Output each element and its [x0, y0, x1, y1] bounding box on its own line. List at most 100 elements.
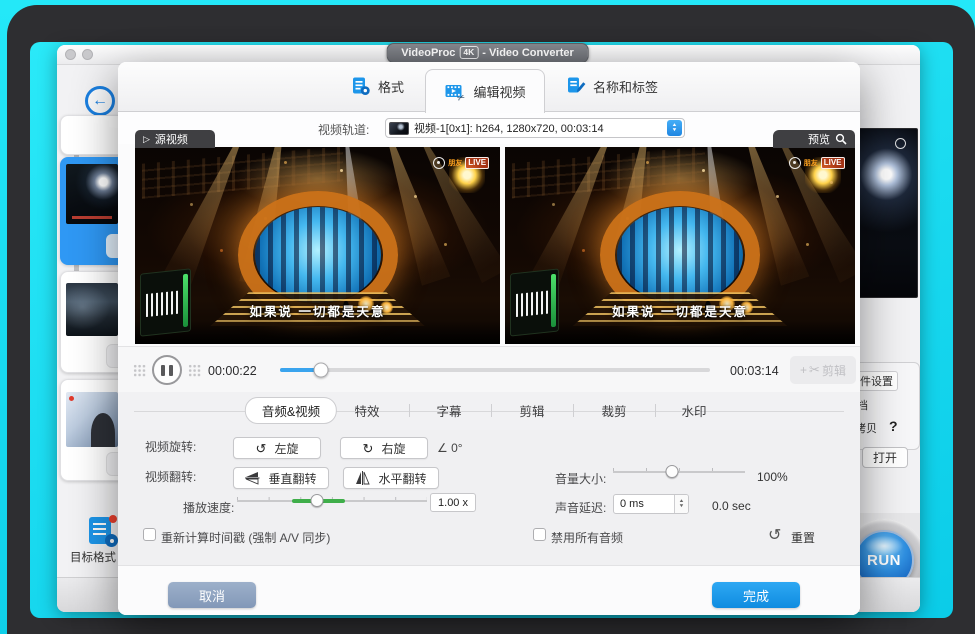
stage-led-screen [255, 207, 381, 303]
preview-label: 预览 [808, 131, 830, 147]
disable-audio-checkbox[interactable] [533, 528, 546, 541]
rotate-left-button[interactable]: ↺ 左旋 [233, 437, 321, 459]
audio-video-controls: 视频旋转: ↺ 左旋 ↻ 右旋 ∠ 0° 视频翻转: 垂直翻转 [118, 430, 860, 565]
subtab-crop[interactable]: 裁剪 [601, 401, 626, 420]
clip-button[interactable]: + ✂ 剪辑 [790, 356, 856, 384]
screenshot-frame: ← 返 目标格式 件设置 档 拷贝 ? 打开 [0, 0, 975, 634]
subtab-audio-video[interactable]: 音频&视频 [245, 397, 337, 424]
subtab-subtitles[interactable]: 字幕 [436, 401, 461, 420]
slider-track [613, 471, 745, 473]
pause-button[interactable] [152, 355, 182, 385]
video-thumbnail-concert [66, 164, 118, 224]
video-track-dropdown[interactable]: 视频-1[0x1]: h264, 1280x720, 00:03:14 ▲ ▼ [385, 118, 685, 138]
tab-format[interactable]: 格式 [350, 76, 404, 96]
stage-led-screen [617, 207, 743, 303]
preview-video-panel: 朋友 LIVE 如果说 一切都是天意 [505, 147, 855, 344]
rotate-right-icon: ↻ [363, 442, 374, 455]
volume-slider-thumb[interactable] [666, 465, 679, 478]
subtab-watermark[interactable]: 水印 [681, 401, 706, 420]
broadcaster-logo-icon [789, 157, 801, 169]
settings-fragment[interactable]: 件设置 [855, 371, 898, 391]
video-preview-area: 朋友 LIVE 如果说 一切都是天意 [118, 144, 860, 346]
dialog-tab-bar: 格式 ✂ 编辑视频 [118, 62, 860, 112]
seek-thumb[interactable] [313, 363, 328, 378]
frame-step-grid-icon[interactable] [188, 364, 201, 377]
scissors-icon: ✂ [809, 362, 820, 378]
recalc-timestamp-label: 重新计算时间戳 (强制 A/V 同步) [161, 529, 330, 546]
total-time: 00:03:14 [730, 364, 779, 378]
broadcaster-logo-icon [433, 157, 445, 169]
volume-slider[interactable] [613, 465, 745, 479]
window-control-dot[interactable] [82, 49, 93, 60]
track-value: 视频-1[0x1]: h264, 1280x720, 00:03:14 [414, 120, 662, 136]
source-video-label: 源视频 [155, 131, 188, 147]
app-name: VideoProc [401, 47, 455, 59]
rotate-label: 视频旋转: [145, 438, 196, 455]
done-button[interactable]: 完成 [712, 582, 800, 608]
track-mini-thumbnail [389, 122, 409, 135]
dialog-footer: 取消 完成 [118, 565, 860, 615]
source-video-tab: ▷ 源视频 [135, 130, 215, 148]
live-badge: 朋友 LIVE [789, 157, 845, 169]
tab-name-tags[interactable]: 名称和标签 [565, 76, 658, 96]
tab-name-tags-label: 名称和标签 [593, 77, 658, 96]
live-badge: 朋友 LIVE [433, 157, 489, 169]
preview-tab: 预览 [773, 130, 855, 148]
speed-slider-thumb[interactable] [310, 494, 323, 507]
play-icon: ▷ [143, 134, 150, 145]
volume-label: 音量大小: [555, 470, 606, 487]
svg-text:✂: ✂ [456, 91, 466, 101]
flip-vertical-button[interactable]: 垂直翻转 [233, 467, 329, 489]
gear-icon [105, 534, 118, 547]
frame-step-grid-icon[interactable] [133, 364, 146, 377]
delay-stepper-icon[interactable]: ▲ ▼ [674, 495, 688, 513]
speed-label: 播放速度: [183, 499, 234, 516]
reset-icon[interactable]: ↺ [768, 525, 781, 545]
subtab-effects[interactable]: 特效 [354, 401, 379, 420]
seek-slider[interactable] [280, 368, 710, 372]
video-subtitle: 如果说 一切都是天意 [505, 301, 855, 320]
flip-horizontal-button[interactable]: 水平翻转 [343, 467, 439, 489]
disable-audio-label: 禁用所有音频 [551, 529, 623, 546]
video-subtitle: 如果说 一切都是天意 [135, 301, 500, 320]
flip-label: 视频翻转: [145, 468, 196, 485]
subtab-clip[interactable]: 剪辑 [519, 401, 544, 420]
rotate-right-button[interactable]: ↻ 右旋 [340, 437, 428, 459]
speed-slider[interactable] [237, 494, 427, 508]
back-button[interactable]: ← [85, 86, 115, 116]
open-button[interactable]: 打开 [862, 447, 908, 468]
notification-dot [109, 515, 117, 523]
delay-seconds-value: 0.0 sec [712, 499, 751, 513]
delay-input[interactable]: 0 ms ▲ ▼ [613, 494, 689, 514]
video-track-label: 视频轨道: [318, 121, 369, 138]
dropdown-stepper-icon[interactable]: ▲ ▼ [667, 120, 682, 136]
reset-label[interactable]: 重置 [791, 529, 815, 546]
video-thumbnail-mountain [66, 283, 118, 336]
window-control-dot[interactable] [65, 49, 76, 60]
edit-video-dialog: 格式 ✂ 编辑视频 [118, 62, 860, 615]
rotate-left-icon: ↺ [256, 442, 267, 455]
title-suffix: - Video Converter [482, 47, 574, 59]
volume-value: 100% [757, 470, 788, 484]
flip-vertical-icon [245, 471, 260, 485]
source-video-panel: 朋友 LIVE 如果说 一切都是天意 [135, 147, 500, 344]
tab-edit-video[interactable]: ✂ 编辑视频 [425, 69, 545, 113]
format-doc-gear-icon [350, 76, 371, 96]
tab-format-label: 格式 [378, 77, 404, 96]
target-format-icon[interactable] [88, 517, 118, 547]
back-arrow-icon: ← [92, 92, 108, 110]
transport-bar: 00:00:22 00:03:14 + ✂ 剪辑 [118, 346, 860, 392]
subtab-divider [491, 404, 492, 417]
doc-pencil-icon [565, 76, 586, 96]
video-thumbnail-singer [66, 392, 118, 447]
rotation-angle-value: ∠ 0° [437, 441, 463, 455]
window-title: VideoProc 4K - Video Converter [386, 43, 589, 63]
speed-value-box[interactable]: 1.00 x [430, 493, 476, 512]
subtab-divider [409, 404, 410, 417]
recalc-timestamp-checkbox[interactable] [143, 528, 156, 541]
magnifier-icon[interactable] [835, 133, 847, 145]
cancel-button[interactable]: 取消 [168, 582, 256, 608]
edit-subtab-bar: 音频&视频 特效 字幕 剪辑 裁剪 水印 [118, 392, 860, 430]
help-icon[interactable]: ? [889, 418, 898, 434]
video-track-row: 视频轨道: 视频-1[0x1]: h264, 1280x720, 00:03:1… [118, 112, 860, 144]
